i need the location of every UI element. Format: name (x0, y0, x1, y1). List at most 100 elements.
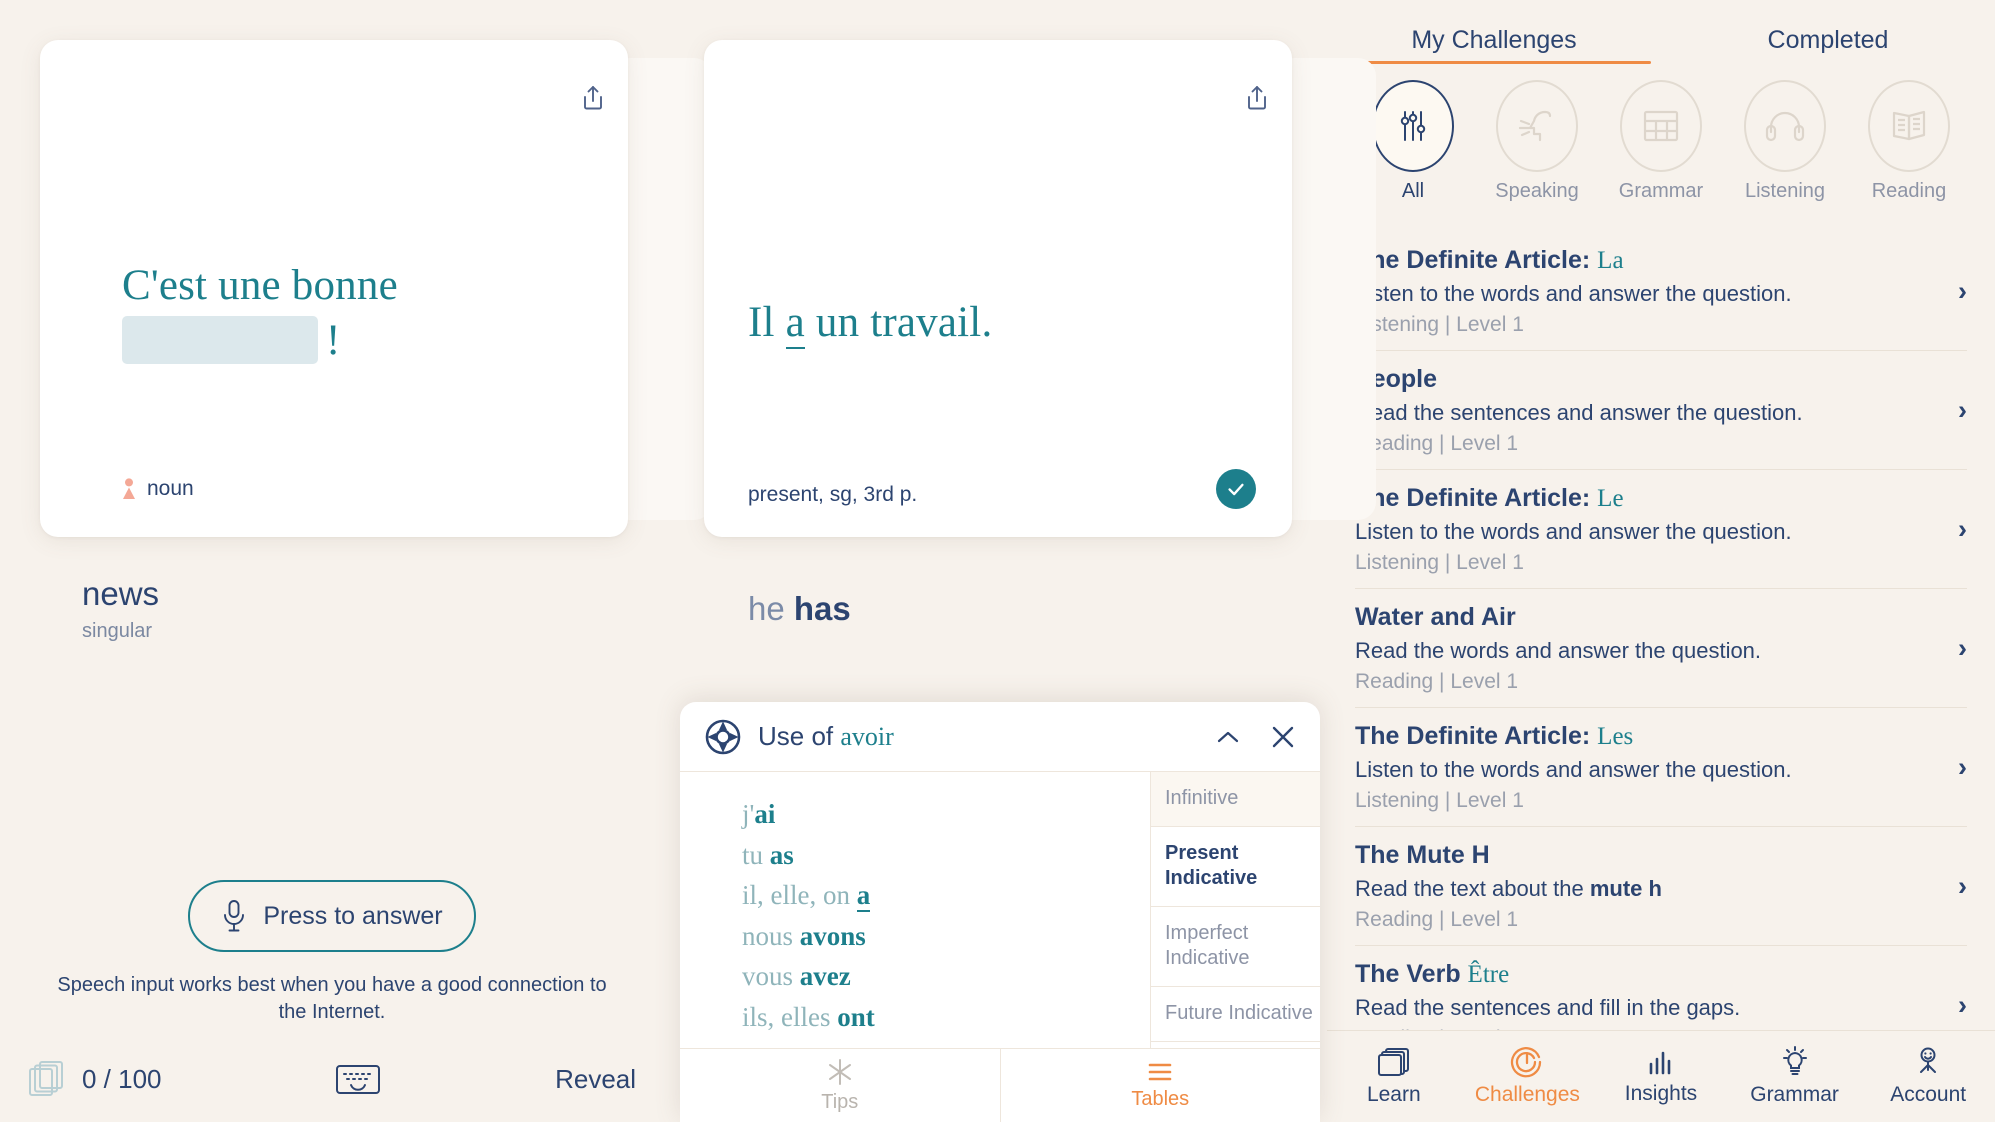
progress-count: 0 / 100 (82, 1063, 162, 1094)
bar-chart-icon (1649, 1051, 1671, 1075)
reveal-button[interactable]: Reveal (555, 1064, 636, 1095)
filter-grammar[interactable]: Grammar (1599, 80, 1723, 203)
challenge-title-text: Water and Air (1355, 603, 1516, 631)
popup-tab-label: Tables (1131, 1088, 1190, 1110)
challenge-meta: Reading | Level 1 (1355, 670, 1519, 693)
popup-title-verb: avoir (840, 722, 894, 751)
press-to-answer-label: Press to answer (263, 901, 443, 930)
chevron-right-icon[interactable]: › (1940, 395, 1967, 426)
front-card-meta: noun (122, 477, 194, 501)
challenge-main: The Definite Article: Les Listen to the … (1355, 722, 1940, 813)
nav-item-challenges[interactable]: Challenges (1461, 1031, 1595, 1122)
answer-zone: Press to answer Speech input works best … (0, 880, 664, 1026)
challenge-desc: Listen to the words and answer the quest… (1355, 519, 1940, 545)
share-icon[interactable] (580, 84, 606, 112)
tense-item-imperfect-indicative[interactable]: Imperfect Indicative (1151, 907, 1320, 987)
challenge-main: The Mute H Read the text about the mute … (1355, 841, 1940, 932)
challenge-desc-text: Listen to the words and answer the quest… (1355, 519, 1792, 544)
tense-selector: Infinitive Present Indicative Imperfect … (1150, 772, 1320, 1048)
tab-my-challenges[interactable]: My Challenges (1327, 0, 1661, 80)
popup-tab-tips[interactable]: Tips (680, 1049, 1000, 1122)
sliders-icon (1400, 111, 1426, 141)
challenge-desc-text: Listen to the words and answer the quest… (1355, 281, 1792, 306)
challenge-main: The Definite Article: Le Listen to the w… (1355, 484, 1940, 575)
share-icon[interactable] (1244, 84, 1270, 112)
challenge-title-foreign: Être (1467, 961, 1510, 988)
nav-item-grammar[interactable]: Grammar (1728, 1031, 1862, 1122)
chevron-right-icon[interactable]: › (1940, 514, 1967, 545)
challenge-title-text: The Definite Article: (1355, 722, 1598, 750)
nav-label: Account (1890, 1083, 1967, 1106)
grammar-popup: Use of avoir j'ai tu as il, elle, on a n… (680, 702, 1320, 1122)
answer-blank[interactable] (122, 316, 318, 365)
conj-form: ont (837, 1001, 875, 1032)
flashcard-front[interactable]: C'est une bonne ! noun (40, 40, 628, 537)
challenge-desc: Read the sentences and answer the questi… (1355, 400, 1940, 426)
conj-pronoun: vous (742, 961, 800, 991)
challenge-main: The Verb Être Read the sentences and fil… (1355, 960, 1940, 1030)
chevron-right-icon[interactable]: › (1940, 752, 1967, 783)
challenge-item[interactable]: The Definite Article: Le Listen to the w… (1355, 470, 1967, 589)
chevron-right-icon[interactable]: › (1940, 276, 1967, 307)
challenge-item[interactable]: The Verb Être Read the sentences and fil… (1355, 946, 1967, 1030)
conj-pronoun: tu (742, 839, 770, 870)
tense-item-present-indicative[interactable]: Present Indicative (1151, 827, 1320, 907)
conjugation-row: nous avons (742, 916, 1150, 957)
nav-item-insights[interactable]: Insights (1594, 1031, 1728, 1122)
tense-item-future-indicative[interactable]: Future Indicative (1151, 987, 1320, 1042)
nav-item-account[interactable]: Account (1861, 1031, 1995, 1122)
filter-reading[interactable]: Reading (1847, 80, 1971, 203)
deck-progress[interactable]: 0 / 100 (28, 1060, 162, 1098)
chevron-right-icon[interactable]: › (1940, 633, 1967, 664)
press-to-answer-button[interactable]: Press to answer (188, 880, 476, 952)
life-preserver-icon (705, 719, 741, 754)
popup-title-prefix: Use of (758, 721, 841, 751)
filter-label: All (1401, 180, 1425, 202)
filter-listening[interactable]: Listening (1723, 80, 1847, 203)
translation-word: news (82, 575, 160, 612)
open-book-icon (1892, 110, 1926, 141)
tab-completed[interactable]: Completed (1661, 0, 1995, 80)
challenge-title-text: The Definite Article: (1355, 484, 1598, 512)
conj-pronoun: il, elle, on (742, 880, 857, 910)
tense-item-infinitive[interactable]: Infinitive (1151, 772, 1320, 827)
translation-pronoun: he (748, 590, 785, 627)
speaking-head-icon (1518, 110, 1552, 142)
chevron-up-icon[interactable] (1216, 729, 1240, 745)
conjugation-row: j'ai (742, 794, 1150, 835)
filter-speaking[interactable]: Speaking (1475, 80, 1599, 203)
close-icon[interactable] (1270, 724, 1296, 750)
card-stack-icon (29, 1061, 63, 1096)
challenge-main: Water and Air Read the words and answer … (1355, 603, 1940, 694)
popup-actions (1216, 724, 1296, 750)
challenge-main: The Definite Article: La Listen to the w… (1355, 246, 1940, 337)
filter-circle (1868, 80, 1950, 172)
chevron-right-icon[interactable]: › (1940, 990, 1967, 1021)
conj-form: a (856, 880, 871, 912)
challenge-desc: Read the text about the mute h (1355, 876, 1940, 902)
challenge-item[interactable]: Water and Air Read the words and answer … (1355, 589, 1967, 708)
chevron-right-icon[interactable]: › (1940, 871, 1967, 902)
nav-label: Grammar (1750, 1083, 1839, 1106)
challenge-item[interactable]: The Definite Article: La Listen to the w… (1355, 232, 1967, 351)
learning-bottom-bar: 0 / 100 Reveal (0, 1060, 664, 1098)
nav-label: Challenges (1474, 1083, 1580, 1106)
front-sentence-prefix: C'est une bonne (122, 262, 398, 309)
popup-tab-label: Tips (821, 1091, 859, 1113)
nav-label: Insights (1624, 1082, 1698, 1105)
microphone-icon (224, 900, 245, 932)
popup-tab-tables[interactable]: Tables (999, 1049, 1321, 1122)
headphones-icon (1765, 111, 1805, 142)
nav-item-learn[interactable]: Learn (1327, 1031, 1461, 1122)
challenge-item[interactable]: People Read the sentences and answer the… (1355, 351, 1967, 470)
challenge-desc: Read the sentences and fill in the gaps. (1355, 995, 1940, 1021)
challenge-item[interactable]: The Definite Article: Les Listen to the … (1355, 708, 1967, 827)
keyboard-icon[interactable] (335, 1063, 381, 1096)
flashcard-back[interactable]: Il a un travail. present, sg, 3rd p. (704, 40, 1292, 537)
cards-icon (1377, 1048, 1409, 1076)
translation-verb: has (793, 590, 851, 627)
challenge-item[interactable]: The Mute H Read the text about the mute … (1355, 827, 1967, 946)
filter-row: All Speaking Grammar Listening Reading (1327, 80, 1995, 232)
front-sentence: C'est une bonne ! (122, 258, 588, 368)
asterisk-icon (828, 1059, 851, 1085)
